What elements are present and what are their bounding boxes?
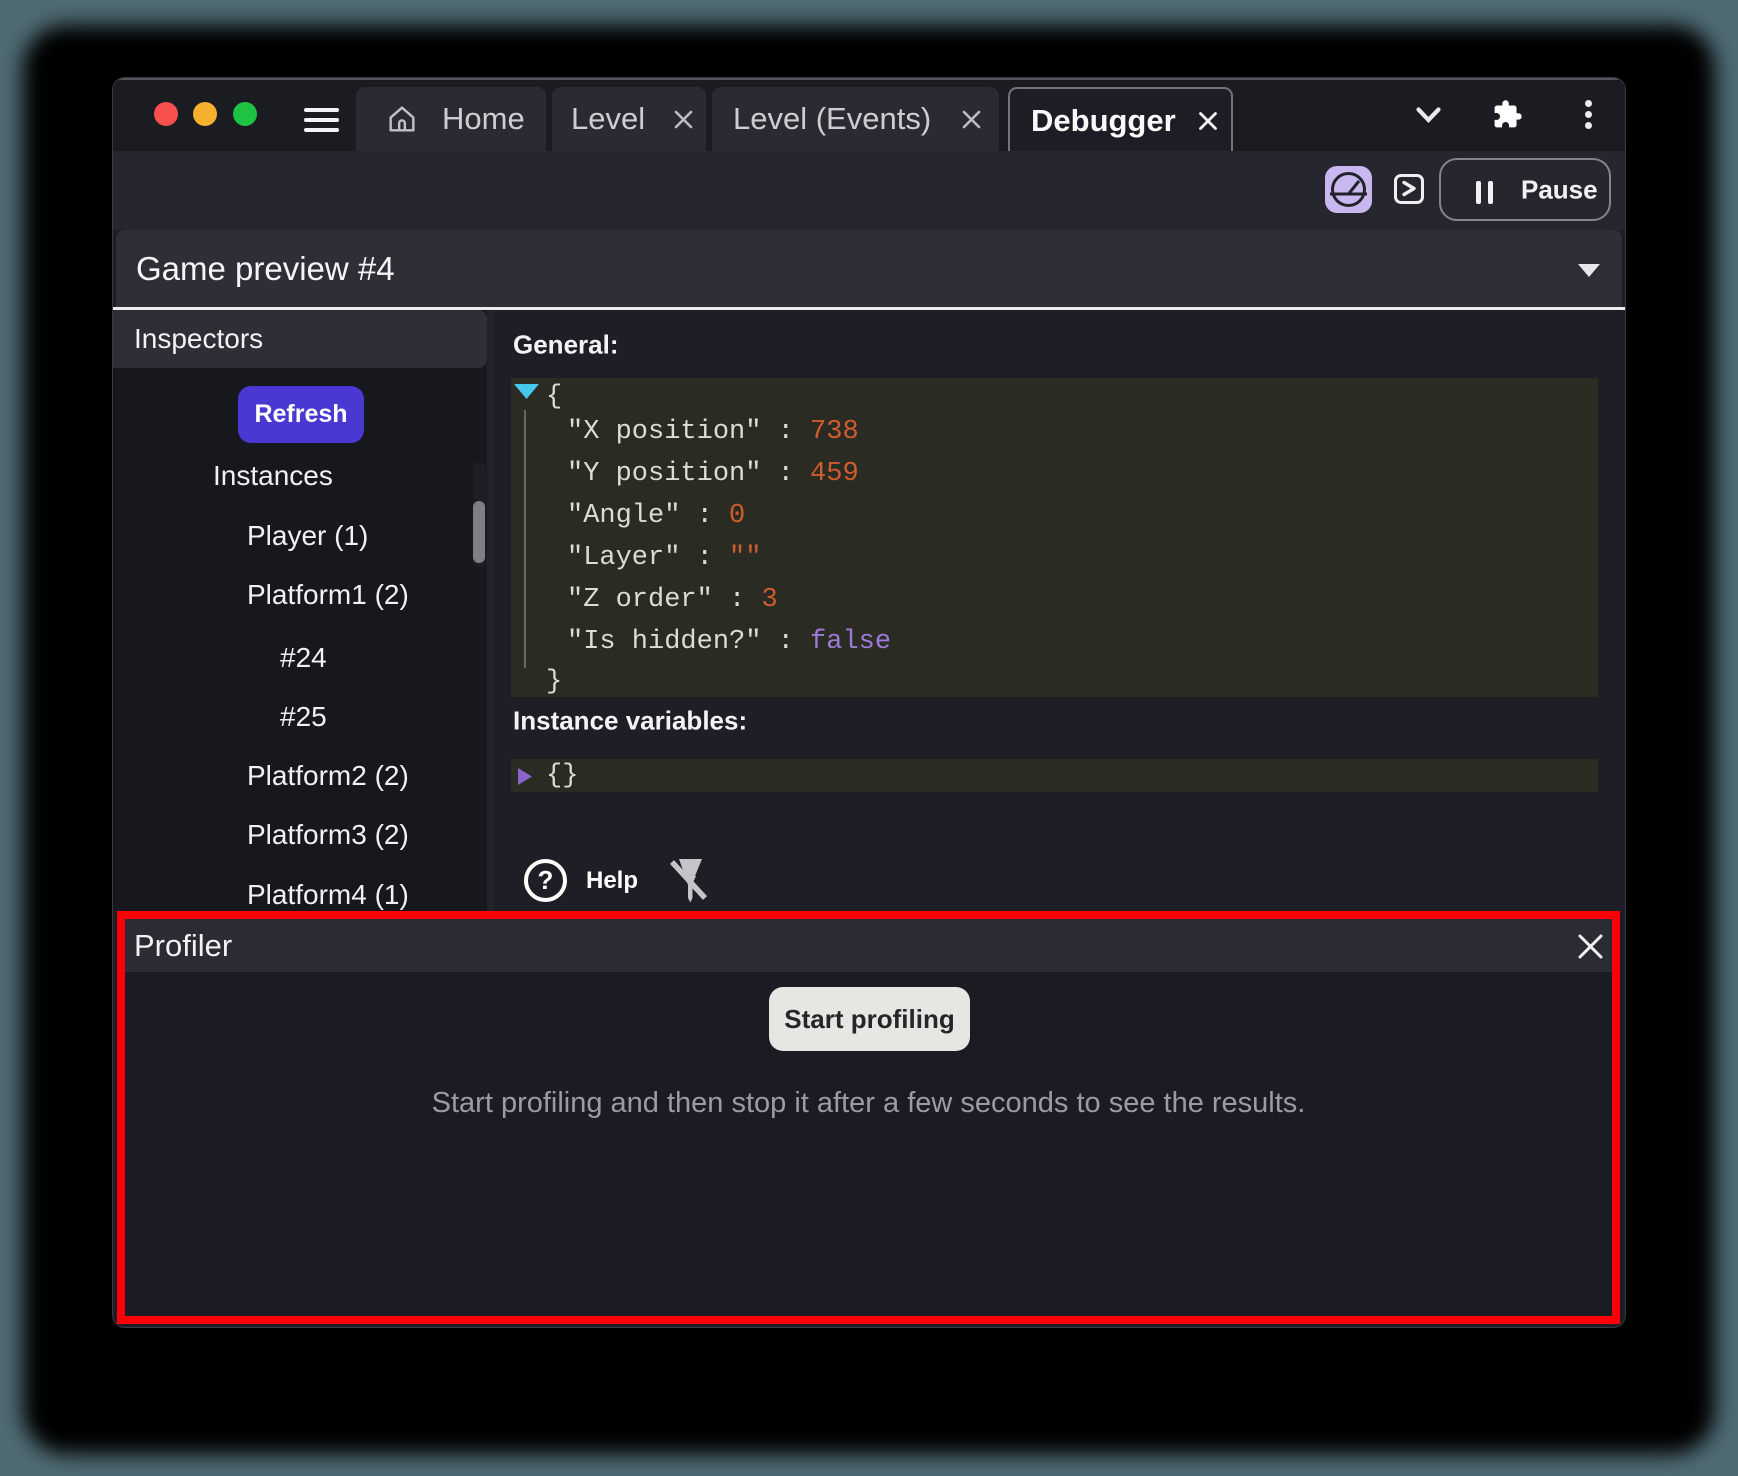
svg-text:?: ? bbox=[538, 865, 554, 895]
